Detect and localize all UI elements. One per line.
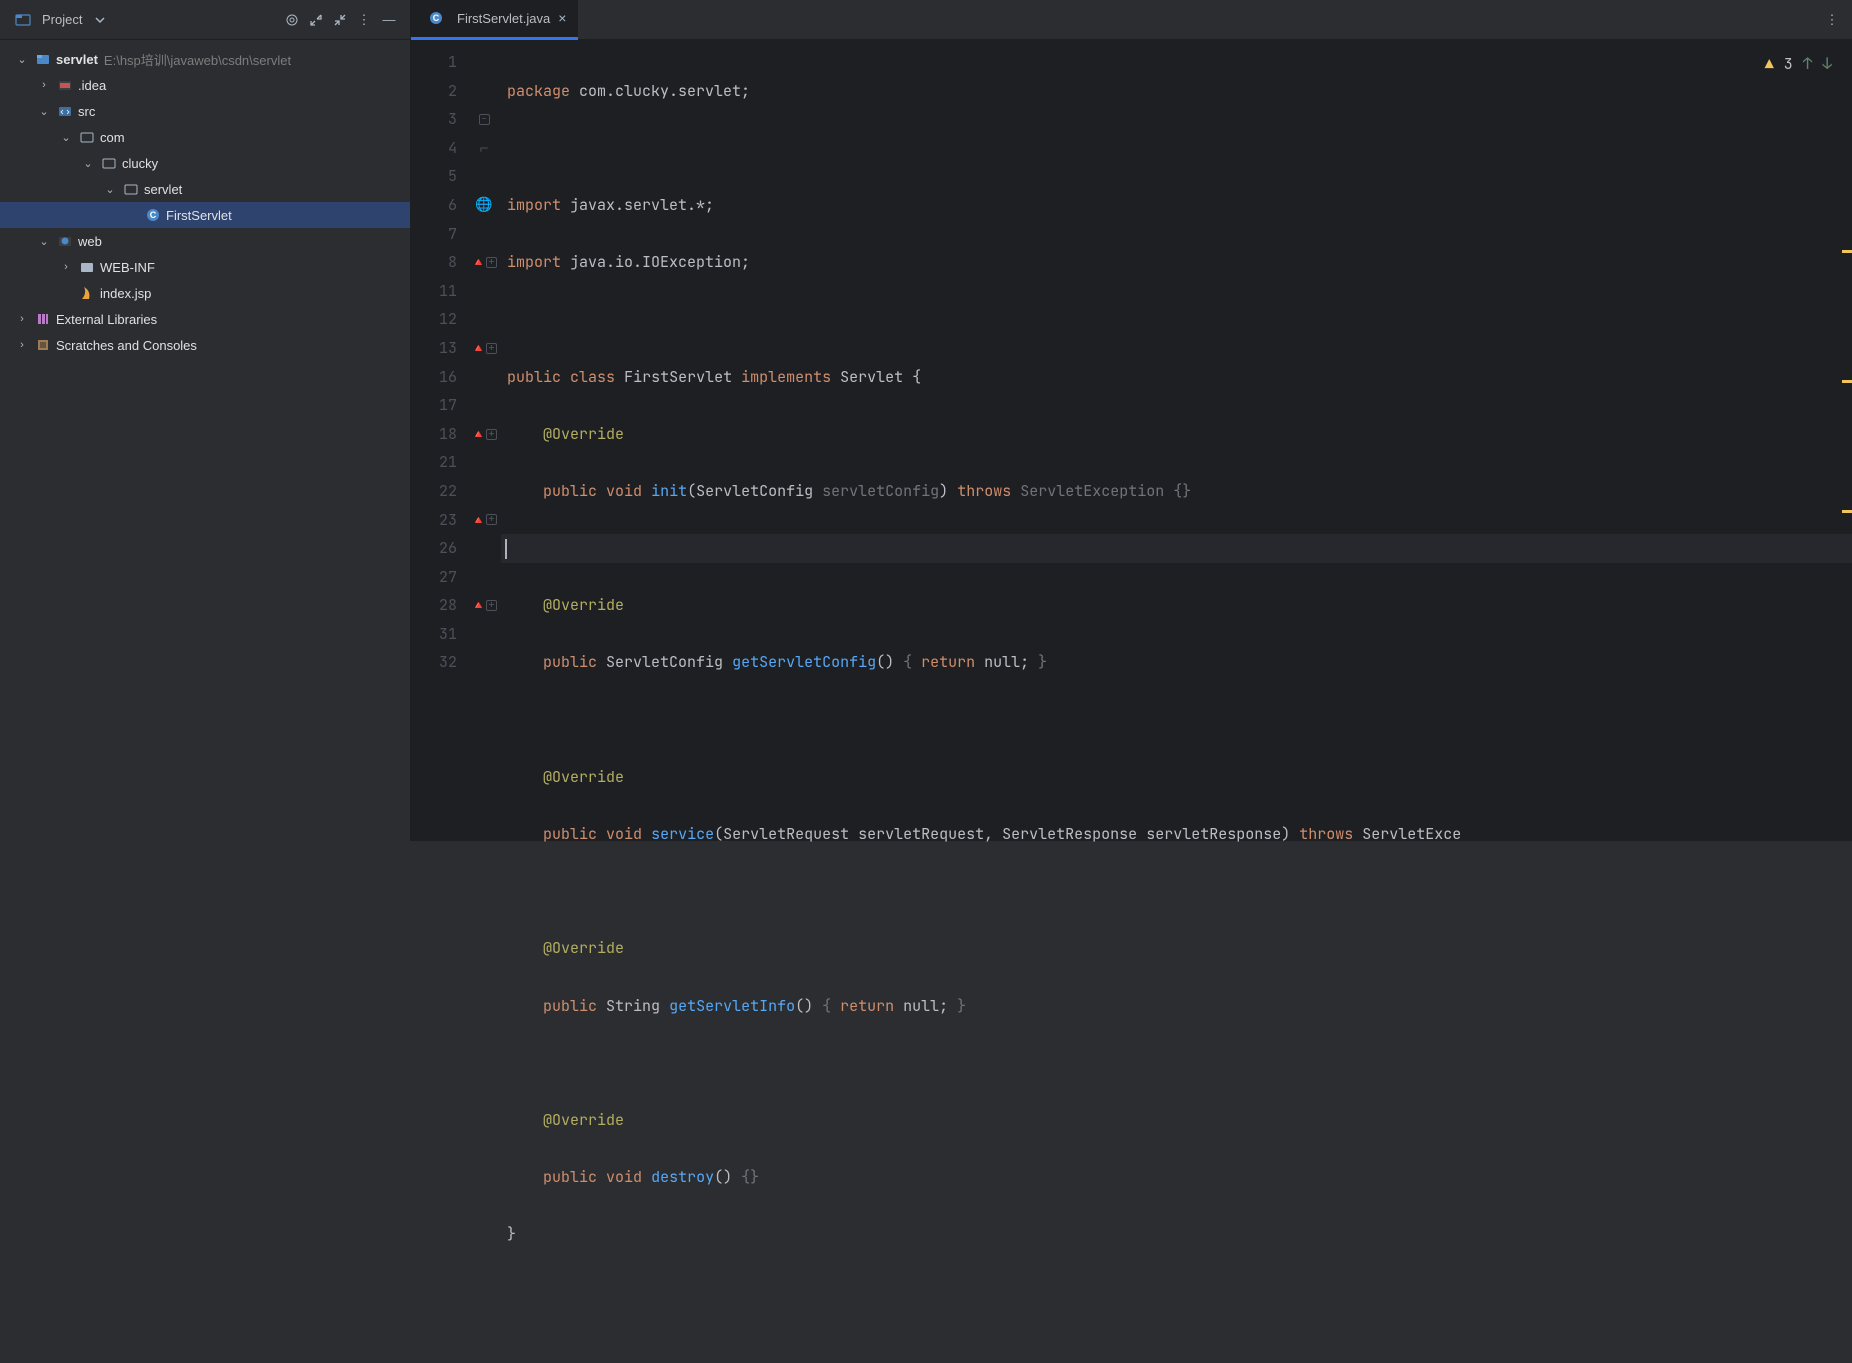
project-tree[interactable]: ⌄ servlet E:\hsp培训\javaweb\csdn\servlet …: [0, 40, 410, 841]
source-folder-icon: [56, 102, 74, 120]
globe-icon[interactable]: 🌐: [475, 191, 492, 220]
chevron-right-icon: ›: [14, 339, 30, 351]
expand-icon[interactable]: [304, 8, 328, 32]
tab-firstservlet[interactable]: C FirstServlet.java ×: [411, 0, 578, 40]
tree-item-label: com: [100, 130, 125, 145]
override-icon[interactable]: 🔺: [471, 334, 486, 363]
tree-root[interactable]: ⌄ servlet E:\hsp培训\javaweb\csdn\servlet: [0, 46, 410, 72]
tree-ext-lib[interactable]: › External Libraries: [0, 306, 410, 332]
tree-item-label: .idea: [78, 78, 106, 93]
tab-label: FirstServlet.java: [457, 11, 550, 26]
package-icon: [100, 154, 118, 172]
module-icon: [34, 50, 52, 68]
project-sidebar: Project ⋮ — ⌄ servlet E:\h: [0, 0, 411, 841]
chevron-down-icon: ⌄: [58, 131, 74, 144]
more-icon[interactable]: ⋮: [352, 8, 376, 32]
fold-icon[interactable]: +: [486, 257, 497, 268]
tree-root-path: E:\hsp培训\javaweb\csdn\servlet: [104, 50, 291, 69]
project-icon: [14, 11, 32, 29]
close-icon[interactable]: ×: [558, 10, 566, 26]
tree-item-label: Scratches and Consoles: [56, 338, 197, 353]
idea-folder-icon: [56, 76, 74, 94]
chevron-down-icon: ⌄: [80, 157, 96, 170]
web-folder-icon: [56, 232, 74, 250]
tree-webinf[interactable]: › WEB-INF: [0, 254, 410, 280]
chevron-down-icon: ⌄: [14, 53, 30, 66]
chevron-down-icon: ⌄: [36, 235, 52, 248]
tree-item-label: index.jsp: [100, 286, 151, 301]
tree-item-label: External Libraries: [56, 312, 157, 327]
code-editor[interactable]: 123456781112131617182122232627283132 − ⌐…: [411, 40, 1852, 1363]
tree-web[interactable]: ⌄ web: [0, 228, 410, 254]
tree-scratches[interactable]: › Scratches and Consoles: [0, 332, 410, 358]
error-stripe[interactable]: [1840, 40, 1852, 1363]
tree-first-servlet[interactable]: C FirstServlet: [0, 202, 410, 228]
chevron-right-icon: ›: [36, 79, 52, 91]
override-icon[interactable]: 🔺: [471, 420, 486, 449]
fold-icon[interactable]: +: [486, 343, 497, 354]
svg-text:C: C: [433, 13, 440, 23]
library-icon: [34, 310, 52, 328]
tree-item-label: servlet: [144, 182, 182, 197]
tree-servlet-pkg[interactable]: ⌄ servlet: [0, 176, 410, 202]
tree-item-label: src: [78, 104, 95, 119]
chevron-down-icon: ⌄: [36, 105, 52, 118]
fold-icon[interactable]: +: [486, 514, 497, 525]
tree-indexjsp[interactable]: index.jsp: [0, 280, 410, 306]
override-icon[interactable]: 🔺: [471, 591, 486, 620]
fold-icon[interactable]: −: [479, 114, 490, 125]
tabs-more-icon[interactable]: ⋮: [1820, 8, 1844, 32]
chevron-right-icon: ›: [58, 261, 74, 273]
sidebar-title: Project: [42, 12, 82, 27]
chevron-down-icon: ⌄: [102, 183, 118, 196]
class-icon: C: [144, 206, 162, 224]
tree-item-label: clucky: [122, 156, 158, 171]
collapse-icon[interactable]: [328, 8, 352, 32]
warning-icon[interactable]: ▲: [1765, 50, 1774, 79]
override-icon[interactable]: 🔺: [471, 506, 486, 535]
jsp-icon: [78, 284, 96, 302]
inspection-widget[interactable]: ▲ 3 ↑ ↓: [1765, 50, 1832, 79]
tree-src[interactable]: ⌄ src: [0, 98, 410, 124]
tree-idea[interactable]: › .idea: [0, 72, 410, 98]
warning-count: 3: [1784, 50, 1793, 79]
tree-item-label: web: [78, 234, 102, 249]
chevron-right-icon: ›: [14, 313, 30, 325]
tree-root-label: servlet: [56, 52, 98, 67]
fold-icon[interactable]: +: [486, 600, 497, 611]
tree-com[interactable]: ⌄ com: [0, 124, 410, 150]
gutter-icons: − ⌐ 🌐 🔺+ 🔺+ 🔺+ 🔺+ 🔺+: [467, 40, 501, 1363]
minimize-icon[interactable]: —: [376, 8, 400, 32]
project-dropdown-icon[interactable]: [88, 8, 112, 32]
editor-tabs: C FirstServlet.java × ⋮: [411, 0, 1852, 40]
svg-text:C: C: [150, 210, 157, 220]
folder-icon: [78, 258, 96, 276]
fold-icon[interactable]: +: [486, 429, 497, 440]
override-icon[interactable]: 🔺: [471, 248, 486, 277]
next-highlight-icon[interactable]: ↓: [1822, 50, 1832, 79]
editor-area: C FirstServlet.java × ⋮ 1234567811121316…: [411, 0, 1852, 841]
tree-item-label: WEB-INF: [100, 260, 155, 275]
tree-item-label: FirstServlet: [166, 208, 232, 223]
sidebar-header: Project ⋮ —: [0, 0, 410, 40]
scratches-icon: [34, 336, 52, 354]
tree-clucky[interactable]: ⌄ clucky: [0, 150, 410, 176]
package-icon: [122, 180, 140, 198]
class-icon: C: [427, 9, 445, 27]
target-icon[interactable]: [280, 8, 304, 32]
package-icon: [78, 128, 96, 146]
prev-highlight-icon[interactable]: ↑: [1803, 50, 1813, 79]
line-gutter: 123456781112131617182122232627283132: [411, 40, 467, 1363]
code-content[interactable]: package com.clucky.servlet; import javax…: [501, 40, 1852, 1363]
